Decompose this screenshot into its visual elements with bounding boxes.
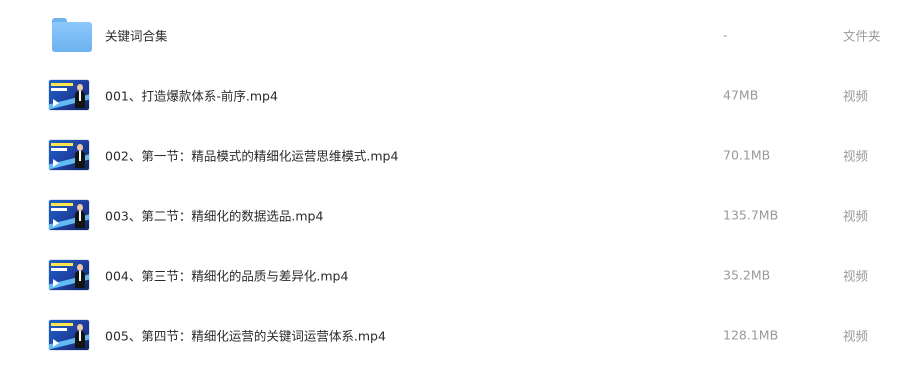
video-thumbnail-icon xyxy=(49,140,89,170)
file-list: 关键词合集 - 文件夹 001、打造爆款体系-前序.mp4 47MB 视频 00… xyxy=(0,0,905,367)
file-size: - xyxy=(723,27,728,43)
folder-icon xyxy=(49,18,92,52)
file-name[interactable]: 001、打造爆款体系-前序.mp4 xyxy=(105,86,278,105)
video-thumbnail-icon xyxy=(49,320,89,350)
video-thumbnail-icon xyxy=(49,80,89,110)
file-size: 47MB xyxy=(723,87,759,103)
file-name[interactable]: 关键词合集 xyxy=(105,26,168,45)
file-size: 128.1MB xyxy=(723,327,779,343)
file-size: 35.2MB xyxy=(723,267,771,283)
file-name[interactable]: 003、第二节：精细化的数据选品.mp4 xyxy=(105,206,323,225)
file-name[interactable]: 005、第四节：精细化运营的关键词运营体系.mp4 xyxy=(105,326,386,345)
video-thumbnail-icon xyxy=(49,260,89,290)
file-type: 视频 xyxy=(843,328,869,344)
file-type: 视频 xyxy=(843,148,869,164)
file-name[interactable]: 004、第三节：精细化的品质与差异化.mp4 xyxy=(105,266,348,285)
file-type: 文件夹 xyxy=(843,28,881,44)
file-row-video[interactable]: 002、第一节：精品模式的精细化运营思维模式.mp4 70.1MB 视频 xyxy=(0,125,905,185)
file-size: 70.1MB xyxy=(723,147,771,163)
file-row-video[interactable]: 005、第四节：精细化运营的关键词运营体系.mp4 128.1MB 视频 xyxy=(0,305,905,365)
file-row-video[interactable]: 003、第二节：精细化的数据选品.mp4 135.7MB 视频 xyxy=(0,185,905,245)
file-row-video[interactable]: 004、第三节：精细化的品质与差异化.mp4 35.2MB 视频 xyxy=(0,245,905,305)
file-type: 视频 xyxy=(843,208,869,224)
file-size: 135.7MB xyxy=(723,207,779,223)
file-row-folder[interactable]: 关键词合集 - 文件夹 xyxy=(0,5,905,65)
file-name[interactable]: 002、第一节：精品模式的精细化运营思维模式.mp4 xyxy=(105,146,398,165)
file-type: 视频 xyxy=(843,88,869,104)
file-type: 视频 xyxy=(843,268,869,284)
file-row-video[interactable]: 001、打造爆款体系-前序.mp4 47MB 视频 xyxy=(0,65,905,125)
video-thumbnail-icon xyxy=(49,200,89,230)
